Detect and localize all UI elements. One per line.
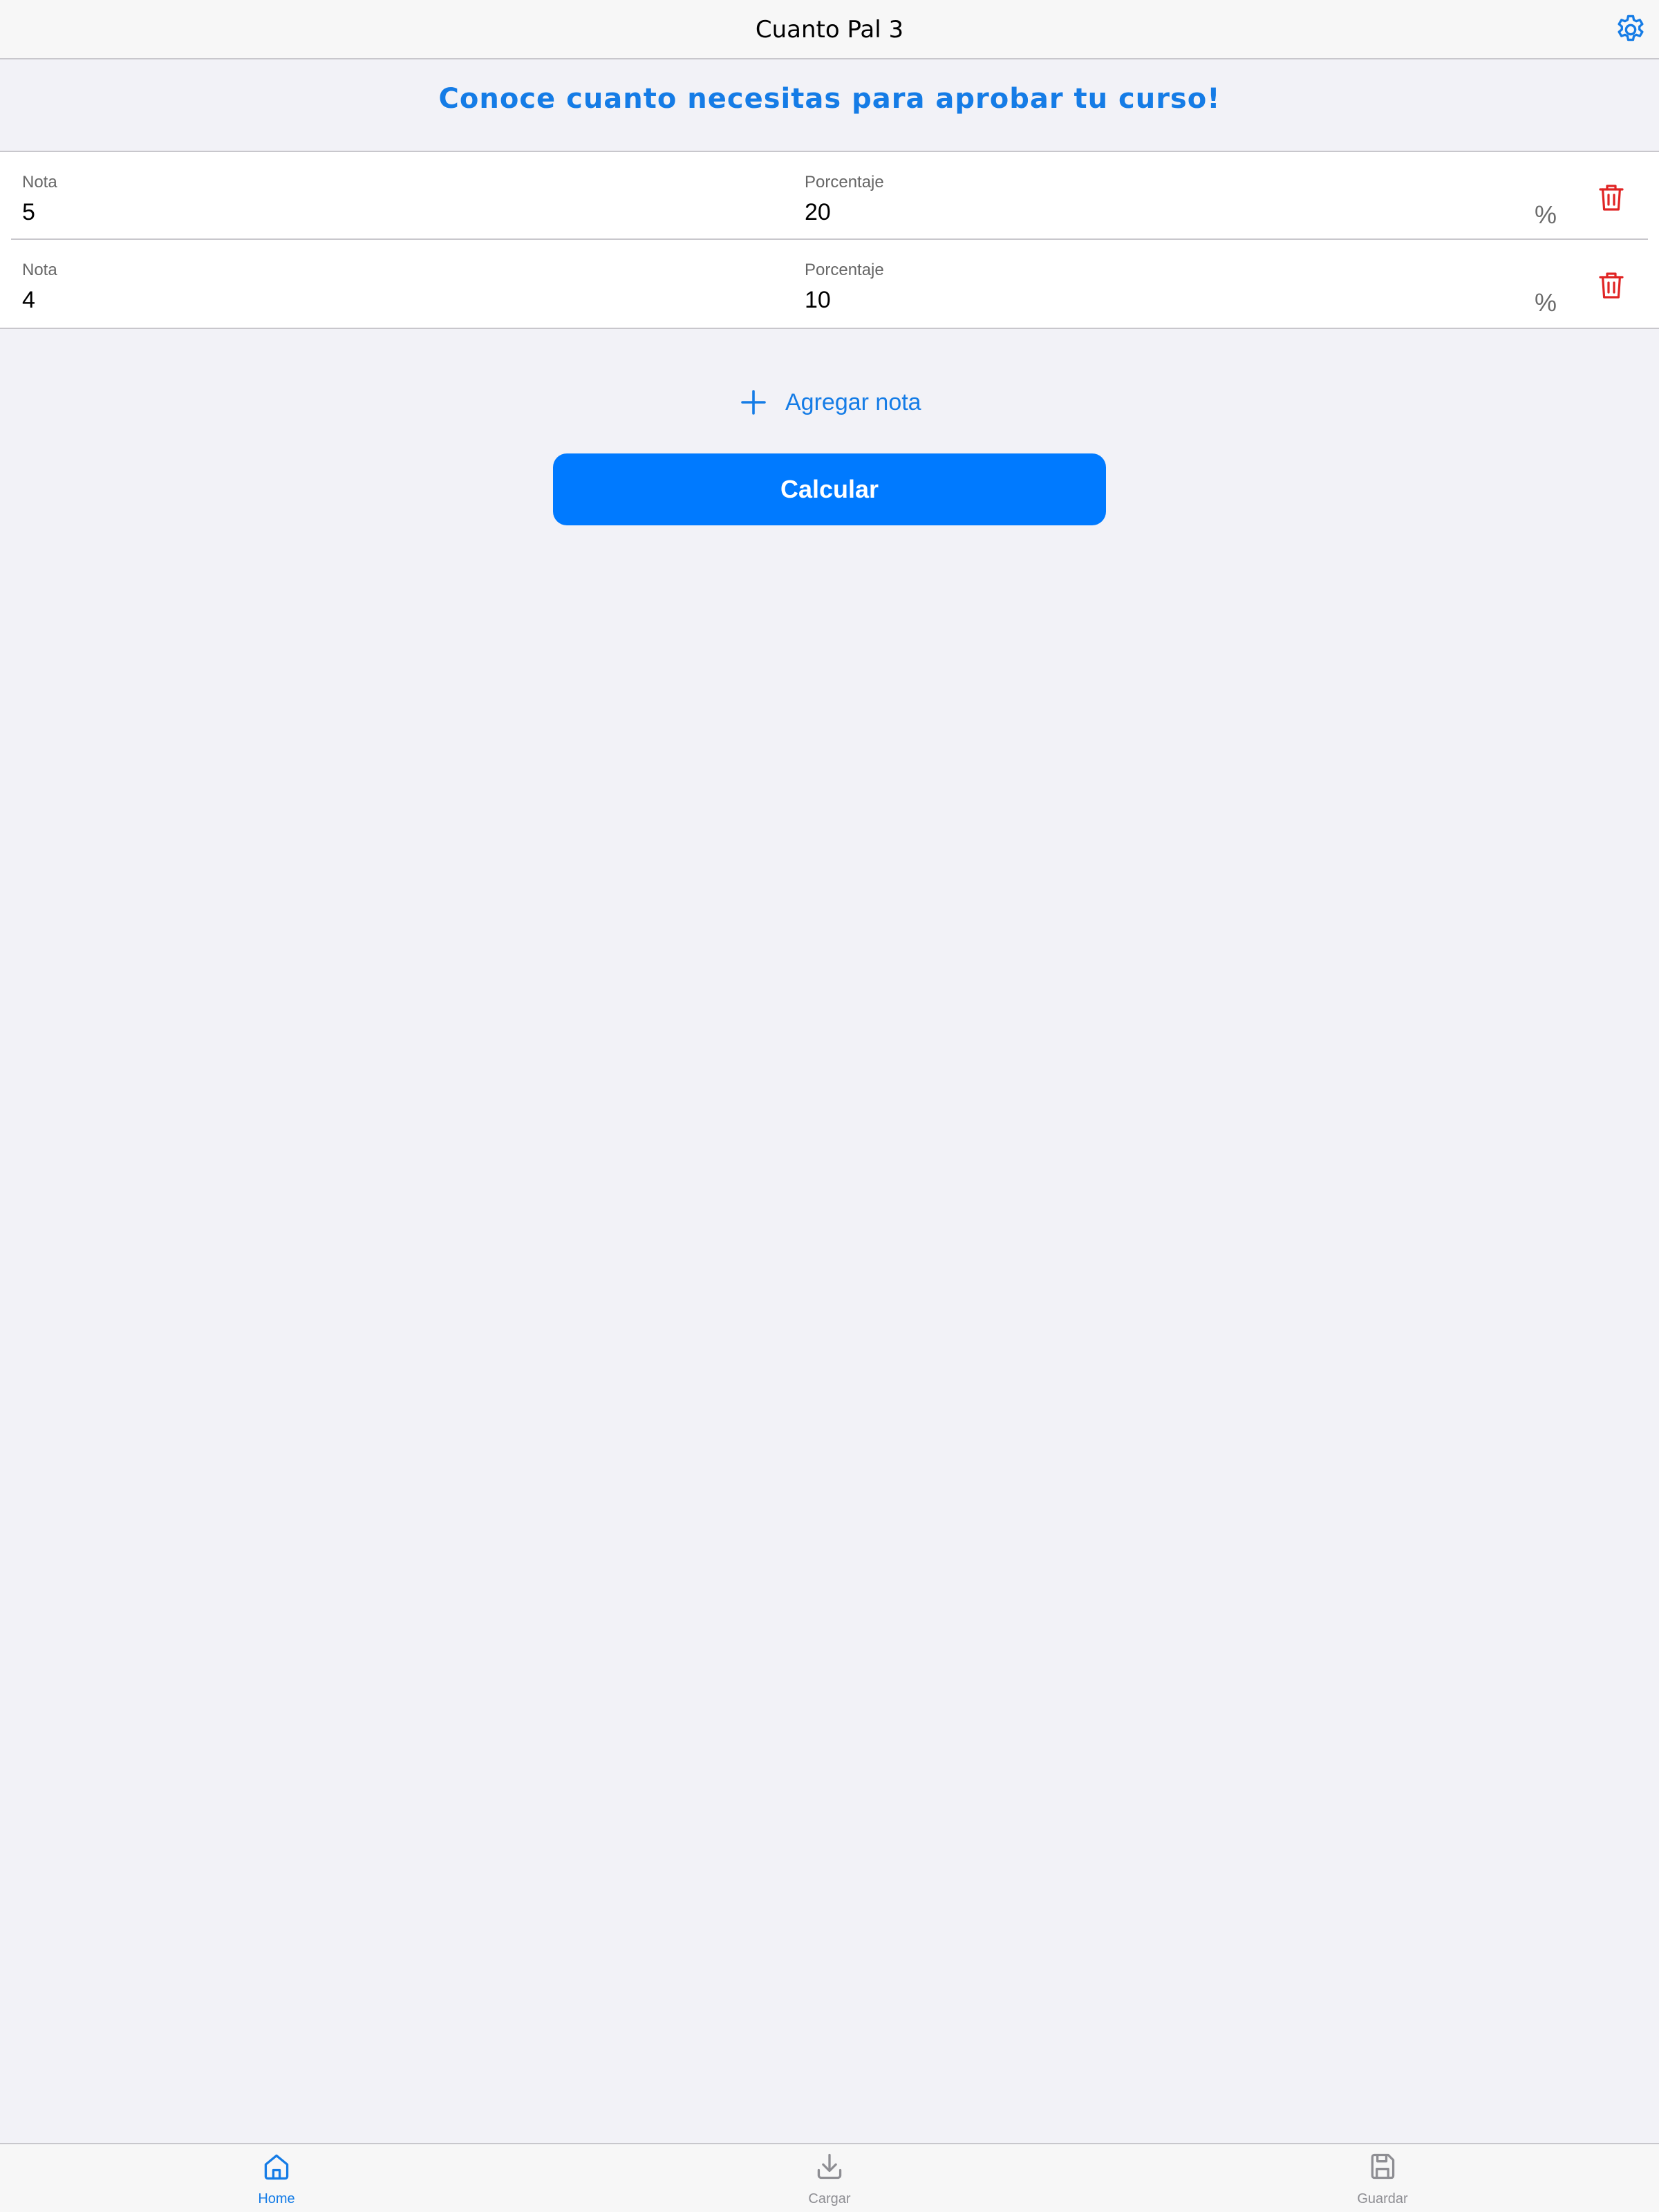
gear-icon [1618,15,1644,41]
nav-header: Cuanto Pal 3 [0,0,1659,59]
nota-input[interactable] [22,198,713,227]
porcentaje-input[interactable] [805,198,1496,227]
tab-cargar-label: Cargar [808,2191,851,2206]
download-icon [817,2153,842,2180]
add-grade-button[interactable]: Agregar nota [740,384,921,420]
grade-row: Nota Porcentaje % [0,152,1659,240]
trash-icon [1599,185,1624,211]
porcentaje-label: Porcentaje [805,173,884,191]
porcentaje-input[interactable] [805,285,1496,315]
settings-button[interactable] [1613,12,1648,47]
plus-icon [741,390,766,415]
save-icon [1371,2153,1395,2180]
page-title: Cuanto Pal 3 [755,16,904,44]
tab-bar: Home Cargar Guardar [0,2143,1659,2212]
delete-grade-button[interactable] [1597,270,1625,301]
delete-grade-button[interactable] [1597,182,1625,213]
grades-list: Nota Porcentaje % Nota Porcentaje % [0,151,1659,329]
tab-guardar[interactable]: Guardar [1106,2144,1659,2212]
page-subtitle: Conoce cuanto necesitas para aprobar tu … [438,83,1221,115]
tab-cargar[interactable]: Cargar [553,2144,1106,2212]
grade-row: Nota Porcentaje % [0,238,1659,328]
trash-icon [1599,272,1624,299]
tab-guardar-label: Guardar [1357,2191,1408,2206]
calcular-button[interactable]: Calcular [553,453,1106,525]
add-grade-label: Agregar nota [785,388,921,415]
tab-home[interactable]: Home [0,2144,553,2212]
nota-label: Nota [22,261,57,279]
nota-label: Nota [22,173,57,191]
home-icon [264,2154,289,2180]
percent-suffix: % [1535,288,1557,317]
percent-suffix: % [1535,200,1557,229]
porcentaje-label: Porcentaje [805,261,884,279]
tab-home-label: Home [258,2191,295,2206]
nota-input[interactable] [22,285,713,315]
